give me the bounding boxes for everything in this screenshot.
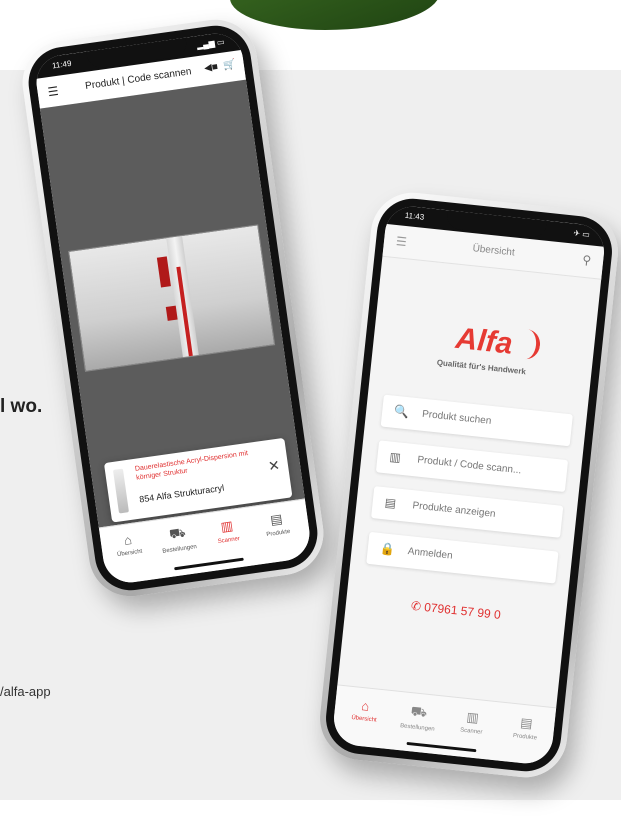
product-label (165, 305, 178, 321)
tab-bestellungen[interactable]: ⛟ Bestellungen (389, 701, 448, 734)
tab-label: Bestellungen (162, 544, 198, 555)
status-time: 11:49 (51, 58, 73, 71)
barcode-icon: ▥ (388, 449, 402, 465)
menu-label: Produkte anzeigen (411, 500, 497, 520)
home-icon: ⌂ (122, 532, 133, 549)
menu-anmelden[interactable]: 🔒 Anmelden (366, 531, 559, 584)
scan-window (68, 224, 276, 372)
cropped-link[interactable]: /alfa-app (0, 684, 51, 699)
barcode-icon: ▥ (465, 709, 480, 726)
tab-label: Scanner (217, 535, 241, 546)
catalog-icon: ▤ (383, 495, 397, 511)
menu-produkte-anzeigen[interactable]: ▤ Produkte anzeigen (371, 486, 564, 538)
tab-scanner[interactable]: ▥ Scanner (201, 515, 254, 547)
menu-label: Anmelden (407, 545, 454, 562)
product-description: Dauerelastische Acryl-Dispersion mit kör… (134, 450, 249, 482)
menu-produkt-suchen[interactable]: 🔍 Produkt suchen (380, 394, 573, 447)
status-time: 11:43 (404, 210, 425, 222)
tab-uebersicht[interactable]: ⌂ Übersicht (102, 529, 155, 560)
products-icon: ▤ (519, 714, 534, 731)
product-name: 854 Alfa Strukturacryl (138, 482, 225, 505)
menu-icon[interactable]: ☰ (47, 84, 60, 99)
search-icon: 🔍 (393, 403, 410, 420)
tab-label: Übersicht (116, 548, 143, 559)
tab-uebersicht[interactable]: ⌂ Übersicht (336, 695, 394, 725)
phone-number-link[interactable]: ✆ 07961 57 99 0 (346, 592, 566, 629)
home-icon: ⌂ (360, 698, 371, 714)
cart-icon[interactable]: 🛒 (223, 59, 237, 72)
tab-label: Produkte (512, 732, 538, 742)
tab-label: Bestellungen (399, 723, 435, 733)
truck-icon: ⛟ (410, 703, 428, 720)
cropped-heading: l wo. (0, 396, 43, 417)
tab-label: Scanner (459, 727, 483, 736)
tab-label: Produkte (266, 528, 291, 539)
products-icon: ▤ (269, 510, 284, 528)
tab-produkte[interactable]: ▤ Produkte (497, 712, 555, 743)
product-thumbnail (112, 468, 129, 514)
scanned-object (156, 236, 199, 358)
search-icon[interactable]: ⚲ (582, 253, 592, 268)
signal-icon: ▂▄▆ ▭ (196, 37, 226, 51)
close-icon[interactable]: ✕ (267, 457, 281, 475)
battery-icon: ✈ ▭ (572, 228, 591, 240)
alfa-logo: Alfa (435, 320, 542, 364)
phone-number: 07961 57 99 0 (423, 600, 502, 622)
barcode-icon: ▥ (219, 517, 235, 535)
product-label (156, 256, 171, 288)
home-indicator[interactable] (406, 741, 477, 753)
camera-icon[interactable]: ◀■ (204, 61, 219, 74)
menu-code-scannen[interactable]: ▥ Produkt / Code scann... (375, 440, 569, 493)
red-stripe (176, 266, 193, 357)
tab-label: Übersicht (351, 714, 377, 724)
tab-produkte[interactable]: ▤ Produkte (251, 508, 304, 540)
menu-label: Produkt suchen (421, 408, 492, 427)
lock-icon: 🔒 (379, 541, 396, 557)
logo-swoosh (510, 327, 542, 361)
menu-label: Produkt / Code scann... (416, 454, 522, 477)
tab-bestellungen[interactable]: ⛟ Bestellungen (152, 522, 205, 556)
logo-text: Alfa (454, 321, 515, 361)
decorative-leaf (230, 0, 440, 30)
tab-scanner[interactable]: ▥ Scanner (443, 707, 501, 738)
page-title: Produkt | Code scannen (84, 66, 193, 92)
